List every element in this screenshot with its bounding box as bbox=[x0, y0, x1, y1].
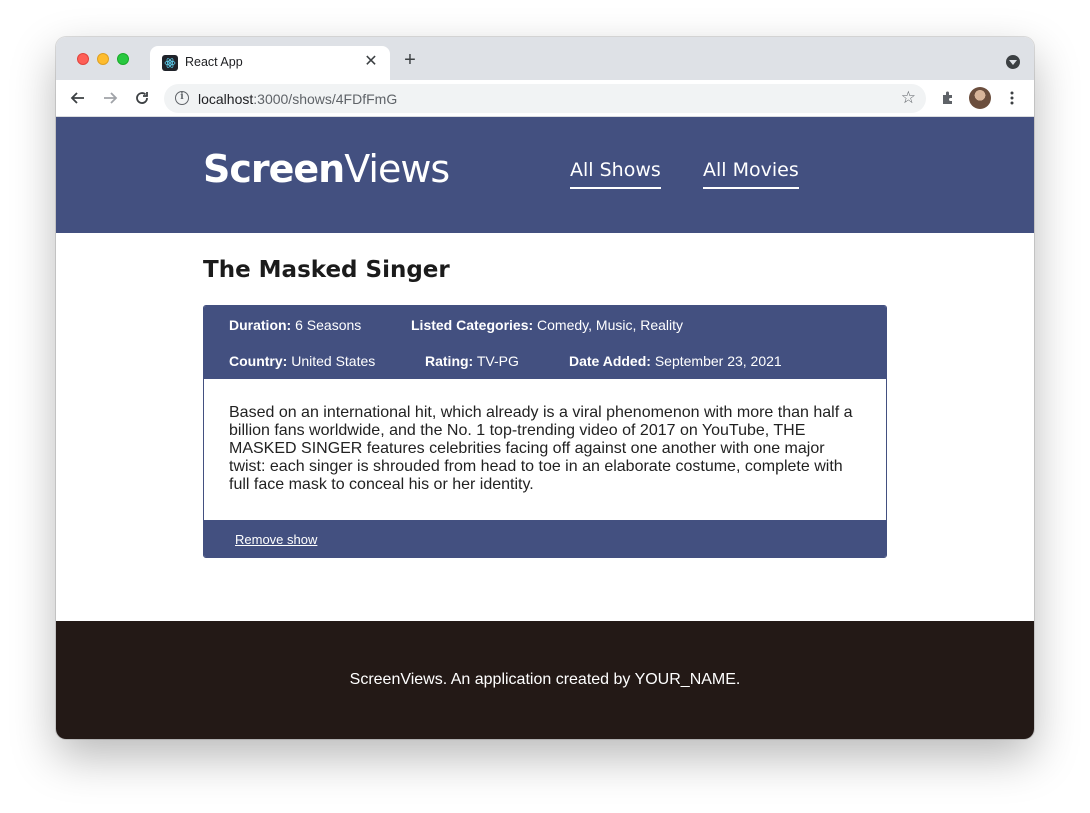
react-icon bbox=[162, 55, 178, 71]
address-bar[interactable]: i localhost:3000/shows/4FDfFmG ☆ bbox=[164, 84, 926, 113]
meta-country: Country: United States bbox=[229, 353, 375, 369]
url-text: localhost:3000/shows/4FDfFmG bbox=[198, 91, 397, 107]
show-description: Based on an international hit, which alr… bbox=[229, 404, 853, 493]
forward-icon[interactable] bbox=[98, 86, 122, 110]
page-title: The Masked Singer bbox=[203, 257, 450, 283]
tab-react-app[interactable]: React App ✕ bbox=[150, 46, 390, 80]
meta-duration: Duration: 6 Seasons bbox=[229, 317, 361, 333]
browser-window: React App ✕ + i localhost:3000/shows/4FD… bbox=[56, 37, 1034, 739]
country-value: United States bbox=[291, 353, 376, 369]
tab-title: React App bbox=[185, 55, 243, 69]
bookmark-star-icon[interactable]: ☆ bbox=[901, 88, 916, 108]
rating-label: Rating: bbox=[425, 353, 474, 369]
remove-show-link[interactable]: Remove show bbox=[235, 532, 317, 547]
menu-kebab-icon[interactable] bbox=[1000, 86, 1024, 110]
show-details-card: Duration: 6 Seasons Listed Categories: C… bbox=[203, 305, 887, 558]
categories-label: Listed Categories: bbox=[411, 317, 534, 333]
info-icon[interactable]: i bbox=[175, 91, 189, 105]
browser-toolbar: i localhost:3000/shows/4FDfFmG ☆ bbox=[56, 80, 1034, 117]
site-footer: ScreenViews. An application created by Y… bbox=[56, 621, 1034, 739]
duration-label: Duration: bbox=[229, 317, 292, 333]
close-tab-icon[interactable]: ✕ bbox=[362, 53, 380, 71]
country-label: Country: bbox=[229, 353, 288, 369]
duration-value: 6 Seasons bbox=[295, 317, 362, 333]
page-content: ScreenViews All Shows All Movies The Mas… bbox=[56, 117, 1034, 739]
minimize-window-button[interactable] bbox=[97, 53, 109, 65]
nav-all-shows[interactable]: All Shows bbox=[570, 159, 661, 189]
meta-date-added: Date Added: September 23, 2021 bbox=[569, 353, 782, 369]
meta-rating: Rating: TV-PG bbox=[425, 353, 519, 369]
show-meta: Duration: 6 Seasons Listed Categories: C… bbox=[204, 306, 886, 379]
back-icon[interactable] bbox=[66, 86, 90, 110]
close-window-button[interactable] bbox=[77, 53, 89, 65]
site-logo[interactable]: ScreenViews bbox=[203, 147, 450, 191]
url-host: localhost bbox=[198, 91, 254, 107]
meta-categories: Listed Categories: Comedy, Music, Realit… bbox=[411, 317, 683, 333]
nav-all-movies[interactable]: All Movies bbox=[703, 159, 799, 189]
maximize-window-button[interactable] bbox=[117, 53, 129, 65]
categories-value: Comedy, Music, Reality bbox=[537, 317, 684, 333]
site-header: ScreenViews All Shows All Movies bbox=[56, 117, 1034, 233]
footer-text: ScreenViews. An application created by Y… bbox=[349, 671, 741, 688]
tab-strip: React App ✕ + bbox=[56, 37, 1034, 80]
date-added-value: September 23, 2021 bbox=[654, 353, 782, 369]
card-footer: Remove show bbox=[204, 520, 886, 557]
url-path: :3000/shows/4FDfFmG bbox=[253, 91, 398, 107]
tab-search-icon[interactable] bbox=[1006, 55, 1020, 69]
logo-bold: Screen bbox=[203, 147, 345, 191]
new-tab-icon[interactable]: + bbox=[400, 50, 420, 71]
logo-light: Views bbox=[344, 147, 450, 191]
rating-value: TV-PG bbox=[476, 353, 519, 369]
reload-icon[interactable] bbox=[130, 86, 154, 110]
date-added-label: Date Added: bbox=[569, 353, 651, 369]
extensions-icon[interactable] bbox=[936, 86, 960, 110]
profile-avatar[interactable] bbox=[969, 87, 991, 109]
